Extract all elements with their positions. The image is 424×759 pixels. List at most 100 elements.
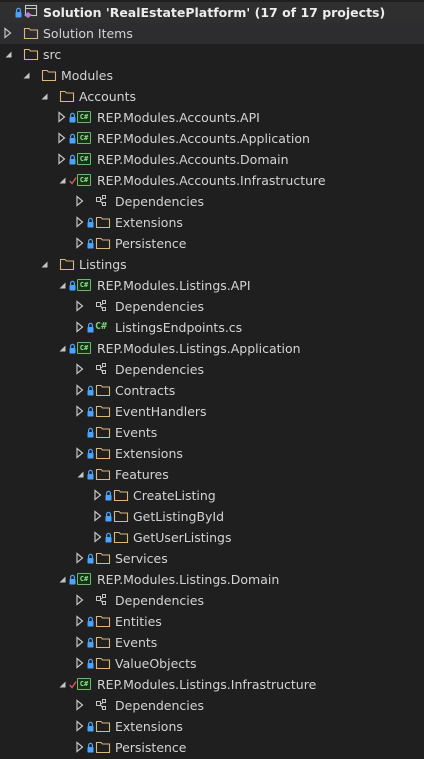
collapsed-chevron-icon[interactable] [74,216,86,228]
project-node-listings-api[interactable]: C# REP.Modules.Listings.API [0,275,424,296]
collapsed-chevron-icon[interactable] [74,300,86,312]
solution-items-node[interactable]: Solution Items [0,23,424,44]
item-label: Persistence [115,236,187,251]
project-label: REP.Modules.Listings.Infrastructure [97,677,317,692]
collapsed-chevron-icon[interactable] [74,237,86,249]
project-node-listings-domain[interactable]: C# REP.Modules.Listings.Domain [0,569,424,590]
tree-item-dependencies[interactable]: Dependencies [0,296,424,317]
collapsed-chevron-icon[interactable] [74,615,86,627]
collapsed-chevron-icon[interactable] [74,447,86,459]
project-node-accounts-application[interactable]: C# REP.Modules.Accounts.Application [0,128,424,149]
collapsed-chevron-icon[interactable] [74,720,86,732]
expanded-chevron-icon[interactable] [74,468,86,480]
tree-item-eventhandlers[interactable]: EventHandlers [0,401,424,422]
listings-folder-node[interactable]: Listings [0,254,424,275]
dependencies-icon [95,361,111,377]
collapsed-chevron-icon[interactable] [92,510,104,522]
project-node-listings-application[interactable]: C# REP.Modules.Listings.Application [0,338,424,359]
collapsed-chevron-icon[interactable] [92,489,104,501]
tree-item-services[interactable]: Services [0,548,424,569]
expanded-chevron-icon[interactable] [56,342,68,354]
project-label: REP.Modules.Listings.API [97,278,251,293]
project-node-accounts-domain[interactable]: C# REP.Modules.Accounts.Domain [0,149,424,170]
collapsed-chevron-icon[interactable] [74,384,86,396]
tree-item-valueobjects[interactable]: ValueObjects [0,653,424,674]
tree-item-listingsendpoints-cs[interactable]: C# ListingsEndpoints.cs [0,317,424,338]
collapsed-chevron-icon[interactable] [56,111,68,123]
project-node-accounts-api[interactable]: C# REP.Modules.Accounts.API [0,107,424,128]
tree-item-dependencies[interactable]: Dependencies [0,191,424,212]
tree-item-createlisting[interactable]: CreateListing [0,485,424,506]
tree-item-persistence[interactable]: Persistence [0,233,424,254]
source-control-lock-icon [69,132,76,144]
tree-item-dependencies[interactable]: Dependencies [0,590,424,611]
expanded-chevron-icon[interactable] [56,279,68,291]
collapsed-chevron-icon[interactable] [56,153,68,165]
collapsed-chevron-icon[interactable] [74,405,86,417]
collapsed-chevron-icon[interactable] [74,552,86,564]
csharp-project-icon: C# [77,130,93,146]
collapsed-chevron-icon[interactable] [92,531,104,543]
collapsed-chevron-icon[interactable] [74,363,86,375]
source-control-lock-icon [69,279,76,291]
item-label: Dependencies [115,698,204,713]
tree-item-persistence[interactable]: Persistence [0,737,424,758]
expanded-chevron-icon[interactable] [20,69,32,81]
folder-icon [113,508,129,524]
project-node-accounts-infrastructure[interactable]: C# REP.Modules.Accounts.Infrastructure [0,170,424,191]
item-label: Dependencies [115,194,204,209]
expanded-chevron-icon[interactable] [56,174,68,186]
expanded-chevron-icon[interactable] [38,90,50,102]
collapsed-chevron-icon[interactable] [74,636,86,648]
source-control-lock-icon [87,237,94,249]
expanded-chevron-icon[interactable] [56,678,68,690]
item-label: Persistence [115,740,187,755]
expanded-chevron-icon[interactable] [56,573,68,585]
folder-icon [113,529,129,545]
project-node-listings-infrastructure[interactable]: C# REP.Modules.Listings.Infrastructure [0,674,424,695]
solution-node[interactable]: Solution 'RealEstatePlatform' (17 of 17 … [0,2,424,23]
item-label: Extensions [115,719,183,734]
source-control-lock-icon [69,153,76,165]
folder-icon [95,718,111,734]
tree-item-extensions[interactable]: Extensions [0,212,424,233]
csharp-project-icon: C# [77,571,93,587]
source-control-lock-icon [87,552,94,564]
dependencies-icon [95,193,111,209]
csharp-project-icon: C# [77,676,93,692]
collapsed-chevron-icon[interactable] [74,321,86,333]
tree-item-dependencies[interactable]: Dependencies [0,695,424,716]
source-control-lock-icon [87,426,94,438]
collapsed-chevron-icon[interactable] [74,195,86,207]
accounts-label: Accounts [79,89,136,104]
source-control-lock-icon [87,657,94,669]
tree-item-getuserlistings[interactable]: GetUserListings [0,527,424,548]
tree-item-contracts[interactable]: Contracts [0,380,424,401]
project-label: REP.Modules.Listings.Domain [97,572,280,587]
expanded-chevron-icon[interactable] [38,258,50,270]
modules-folder-node[interactable]: Modules [0,65,424,86]
collapsed-chevron-icon[interactable] [74,741,86,753]
collapsed-chevron-icon[interactable] [2,27,14,39]
solution-icon [23,4,39,20]
collapsed-chevron-icon[interactable] [56,132,68,144]
tree-item-events[interactable]: Events [0,632,424,653]
source-control-lock-icon [105,531,112,543]
tree-item-events[interactable]: Events [0,422,424,443]
tree-item-entities[interactable]: Entities [0,611,424,632]
tree-item-extensions[interactable]: Extensions [0,716,424,737]
tree-item-getlistingbyid[interactable]: GetListingById [0,506,424,527]
item-label: ListingsEndpoints.cs [115,320,243,335]
tree-item-features[interactable]: Features [0,464,424,485]
listings-label: Listings [79,257,127,272]
collapsed-chevron-icon[interactable] [74,699,86,711]
source-control-lock-icon [87,447,94,459]
src-folder-node[interactable]: src [0,44,424,65]
tree-item-extensions[interactable]: Extensions [0,443,424,464]
expanded-chevron-icon[interactable] [2,48,14,60]
accounts-folder-node[interactable]: Accounts [0,86,424,107]
collapsed-chevron-icon[interactable] [74,594,86,606]
item-label: Events [115,425,158,440]
collapsed-chevron-icon[interactable] [74,657,86,669]
tree-item-dependencies[interactable]: Dependencies [0,359,424,380]
